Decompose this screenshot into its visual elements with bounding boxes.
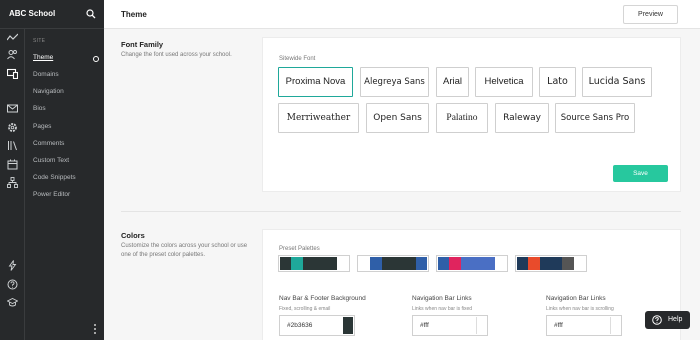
preset-palettes-label: Preset Palettes — [279, 246, 320, 252]
palette-swatch — [404, 257, 416, 270]
mail-icon[interactable] — [7, 103, 18, 114]
page-title: Theme — [121, 10, 147, 19]
font-option-raleway[interactable]: Raleway — [495, 103, 549, 133]
palette-swatch — [449, 257, 461, 270]
school-name[interactable]: ABC School — [9, 9, 55, 18]
palette-swatch — [359, 257, 371, 270]
palette-swatch — [381, 257, 405, 270]
calendar-icon[interactable] — [7, 159, 18, 170]
help-circle-icon[interactable] — [7, 279, 18, 290]
nav-bg-color-input[interactable]: #2b3636 — [279, 315, 355, 336]
palette-swatch — [280, 257, 292, 270]
sitewide-font-label: Sitewide Font — [279, 56, 316, 62]
library-icon[interactable] — [7, 140, 18, 151]
more-menu-icon[interactable] — [94, 324, 96, 334]
page-header: Theme Preview — [104, 0, 700, 29]
font-option-open-sans[interactable]: Open Sans — [366, 103, 429, 133]
nav-bg-color-value: #2b3636 — [287, 322, 313, 329]
nav-bg-label: Nav Bar & Footer Background — [279, 295, 366, 302]
palette-swatch — [539, 257, 563, 270]
preset-palette-3[interactable] — [436, 255, 508, 272]
palette-swatch — [302, 257, 326, 270]
nav-bg-sublabel: Fixed, scrolling & email — [279, 306, 331, 312]
section-divider — [121, 211, 681, 212]
search-icon[interactable] — [86, 9, 96, 19]
nav-bg-color-swatch[interactable] — [343, 317, 353, 334]
palette-swatch — [528, 257, 540, 270]
palette-swatch — [483, 257, 495, 270]
settings-icon[interactable] — [7, 122, 18, 133]
preset-palette-2[interactable] — [357, 255, 429, 272]
site-icon[interactable] — [7, 68, 18, 79]
sidebar-item-pages[interactable]: Pages — [33, 123, 51, 130]
help-chat-icon — [652, 315, 662, 325]
nav-links-scrolling-color-value: #fff — [554, 322, 563, 329]
palette-swatch — [562, 257, 574, 270]
sidebar-item-theme[interactable]: Theme — [33, 54, 53, 61]
sitemap-icon[interactable] — [7, 177, 18, 188]
nav-links-fixed-color-swatch[interactable] — [476, 317, 486, 334]
preset-palette-1[interactable] — [278, 255, 350, 272]
preview-button[interactable]: Preview — [623, 5, 678, 24]
font-family-title: Font Family — [121, 40, 164, 49]
active-indicator-icon — [93, 56, 99, 62]
help-button[interactable]: Help — [645, 311, 690, 329]
nav-links-fixed-color-input[interactable]: #fff — [412, 315, 488, 336]
palette-swatch — [325, 257, 337, 270]
palette-swatch — [573, 257, 585, 270]
lightning-icon[interactable] — [7, 260, 18, 271]
palette-swatch — [291, 257, 303, 270]
sidebar-item-domains[interactable]: Domains — [33, 71, 59, 78]
font-option-alegreya-sans[interactable]: Alegreya Sans — [360, 67, 429, 97]
sidebar-item-navigation[interactable]: Navigation — [33, 88, 64, 95]
font-family-description: Change the font used across your school. — [121, 52, 232, 58]
sidebar-item-code-snippets[interactable]: Code Snippets — [33, 174, 76, 181]
nav-links-fixed-label: Navigation Bar Links — [412, 295, 472, 302]
users-icon[interactable] — [7, 49, 18, 60]
font-option-lato[interactable]: Lato — [539, 67, 576, 97]
nav-links-scrolling-color-input[interactable]: #fff — [546, 315, 622, 336]
colors-description: Customize the colors across your school … — [121, 243, 248, 258]
palette-swatch — [494, 257, 506, 270]
palette-swatch — [460, 257, 484, 270]
graduation-cap-icon[interactable] — [7, 297, 18, 308]
sidebar-item-custom-text[interactable]: Custom Text — [33, 157, 69, 164]
nav-links-scrolling-label: Navigation Bar Links — [546, 295, 606, 302]
nav-links-fixed-color-value: #fff — [420, 322, 429, 329]
palette-swatch — [336, 257, 348, 270]
palette-swatch — [438, 257, 450, 270]
save-button[interactable]: Save — [613, 165, 668, 182]
site-section-label: SITE — [33, 38, 46, 44]
site-nav-panel: SITE Theme Domains Navigation Bios Pages… — [25, 29, 104, 340]
icon-rail — [0, 29, 25, 340]
preset-palette-4[interactable] — [515, 255, 587, 272]
help-label: Help — [668, 316, 683, 323]
font-option-proxima-nova[interactable]: Proxima Nova — [278, 67, 353, 97]
nav-links-fixed-sublabel: Links when nav bar is fixed — [412, 306, 473, 312]
font-option-merriweather[interactable]: Merriweather — [278, 103, 359, 133]
sidebar-item-comments[interactable]: Comments — [33, 140, 64, 147]
sidebar-item-bios[interactable]: Bios — [33, 105, 46, 112]
analytics-icon[interactable] — [7, 32, 18, 43]
colors-title: Colors — [121, 231, 145, 240]
palette-swatch — [415, 257, 427, 270]
sidebar-header: ABC School — [0, 0, 104, 29]
font-option-arial[interactable]: Arial — [436, 67, 469, 97]
font-option-helvetica[interactable]: Helvetica — [475, 67, 533, 97]
palette-swatch — [370, 257, 382, 270]
font-option-lucida-sans[interactable]: Lucida Sans — [582, 67, 652, 97]
sidebar-item-power-editor[interactable]: Power Editor — [33, 191, 70, 198]
palette-swatch — [517, 257, 529, 270]
font-option-palatino[interactable]: Palatino — [436, 103, 488, 133]
nav-links-scrolling-sublabel: Links when nav bar is scrolling — [546, 306, 614, 312]
font-option-source-sans-pro[interactable]: Source Sans Pro — [555, 103, 635, 133]
nav-links-scrolling-color-swatch[interactable] — [610, 317, 620, 334]
